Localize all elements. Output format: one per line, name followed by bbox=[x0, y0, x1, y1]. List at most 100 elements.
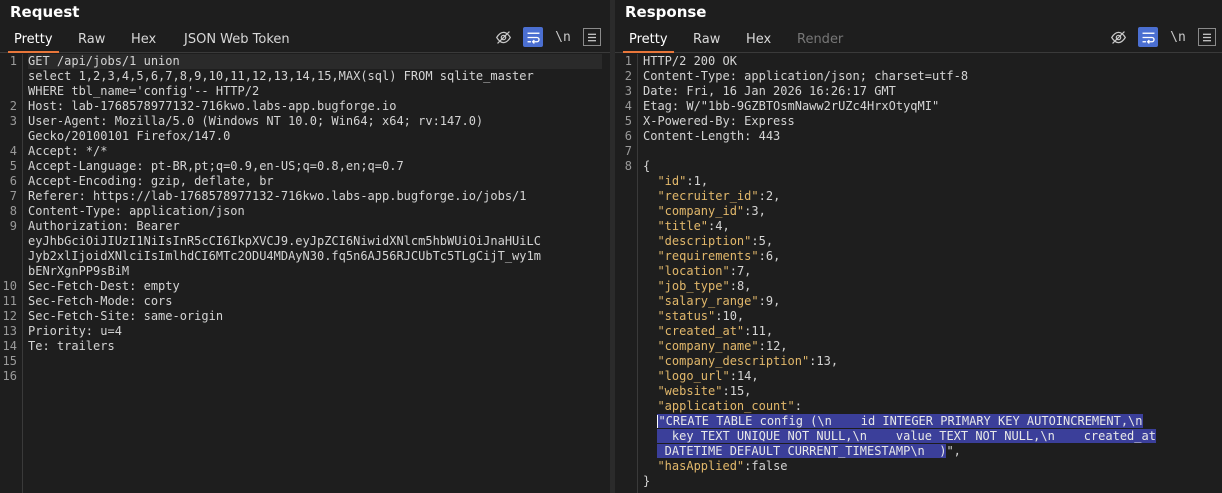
request-line: Priority: u=4 bbox=[28, 324, 122, 338]
line-number: 2 bbox=[624, 69, 632, 83]
json-value: 5, bbox=[758, 234, 774, 248]
request-editor[interactable]: 1 2 3 4 5 6 7 8 9 10 11 12 13 14 15 16 GET /api/jobs/1 … bbox=[0, 54, 610, 493]
json-key: "company_name" bbox=[657, 339, 759, 353]
json-key: "company_id" bbox=[657, 204, 745, 218]
json-value: 9, bbox=[765, 294, 781, 308]
json-value: 6, bbox=[765, 249, 781, 263]
line-number: 14 bbox=[2, 339, 17, 353]
line-number: 8 bbox=[624, 159, 632, 173]
response-header-line: Date: Fri, 16 Jan 2026 16:26:17 GMT bbox=[643, 84, 896, 98]
word-wrap-icon[interactable] bbox=[523, 27, 543, 47]
request-line bbox=[28, 369, 602, 384]
response-editor[interactable]: 12345678 HTTP/2 200 OK Content-Type: appl… bbox=[615, 54, 1222, 493]
menu-icon[interactable] bbox=[1198, 28, 1216, 46]
json-field-line: "title":4, bbox=[657, 219, 730, 233]
line-number: 12 bbox=[2, 309, 17, 323]
response-toolbar: \n bbox=[1108, 27, 1220, 49]
json-field-line: "salary_range":9, bbox=[657, 294, 781, 308]
json-key: "job_type" bbox=[657, 279, 730, 293]
line-number: 5 bbox=[624, 114, 632, 128]
tab-hex[interactable]: Hex bbox=[740, 28, 777, 51]
line-number: 16 bbox=[2, 369, 17, 383]
request-gutter: 1 2 3 4 5 6 7 8 9 10 11 12 13 14 15 16 bbox=[0, 54, 23, 493]
newline-toggle-icon[interactable]: \n bbox=[1168, 27, 1188, 47]
line-number: 11 bbox=[2, 294, 17, 308]
request-line: Authorization: Bearer bbox=[28, 219, 180, 233]
request-pane: Request Pretty Raw Hex JSON Web Token \n… bbox=[0, 0, 610, 493]
request-line: WHERE tbl_name='config'-- HTTP/2 bbox=[28, 84, 260, 98]
response-header-line: Content-Length: 443 bbox=[643, 129, 781, 143]
request-line: Sec-Fetch-Mode: cors bbox=[28, 294, 173, 308]
menu-icon[interactable] bbox=[583, 28, 601, 46]
request-line: Accept-Language: pt-BR,pt;q=0.9,en-US;q=… bbox=[28, 159, 404, 173]
json-value: 1, bbox=[693, 174, 709, 188]
json-value: 8, bbox=[736, 279, 752, 293]
json-sql-line[interactable]: "CREATE TABLE config (\n id INTEGER PRIM… bbox=[643, 414, 1214, 429]
request-code[interactable]: GET /api/jobs/1 union select 1,2,3,4,5,6,… bbox=[28, 54, 602, 384]
line-number: 1 bbox=[624, 54, 632, 68]
json-field-line: "company_id":3, bbox=[657, 204, 766, 218]
tab-hex[interactable]: Hex bbox=[125, 28, 162, 51]
request-line: Sec-Fetch-Site: same-origin bbox=[28, 309, 224, 323]
json-value: 15, bbox=[729, 384, 752, 398]
newline-toggle-icon[interactable]: \n bbox=[553, 27, 573, 47]
line-number: 6 bbox=[9, 174, 17, 188]
response-title: Response bbox=[625, 3, 707, 21]
json-sql-line[interactable]: key TEXT UNIQUE NOT NULL,\n value TEXT N… bbox=[643, 429, 1214, 444]
hide-eye-icon[interactable] bbox=[1108, 27, 1128, 47]
tab-pretty[interactable]: Pretty bbox=[623, 28, 674, 53]
json-key: "recruiter_id" bbox=[657, 189, 759, 203]
line-number: 6 bbox=[624, 129, 632, 143]
line-number: 8 bbox=[9, 204, 17, 218]
request-line: GET /api/jobs/1 union bbox=[28, 54, 602, 69]
request-title: Request bbox=[10, 3, 80, 21]
line-number: 5 bbox=[9, 159, 17, 173]
json-value: 4, bbox=[715, 219, 730, 233]
json-field-line: "created_at":11, bbox=[657, 324, 774, 338]
json-value: 14, bbox=[736, 369, 759, 383]
hide-eye-icon[interactable] bbox=[493, 27, 513, 47]
json-value: 10, bbox=[722, 309, 745, 323]
request-line: User-Agent: Mozilla/5.0 (Windows NT 10.0… bbox=[28, 114, 484, 128]
response-header-line: X-Powered-By: Express bbox=[643, 114, 795, 128]
json-field-line: "website":15, bbox=[657, 384, 752, 398]
json-field-line: "location":7, bbox=[657, 264, 752, 278]
json-field-line: "job_type":8, bbox=[657, 279, 752, 293]
line-number: 15 bbox=[2, 354, 17, 368]
json-value: 13, bbox=[816, 354, 839, 368]
request-line: Referer: https://lab-1768578977132-716kw… bbox=[28, 189, 527, 203]
json-key: "company_description" bbox=[657, 354, 810, 368]
line-number: 3 bbox=[9, 114, 17, 128]
tab-json-web-token[interactable]: JSON Web Token bbox=[178, 28, 296, 51]
response-header-line: Content-Type: application/json; charset=… bbox=[643, 69, 969, 83]
json-field-line: "description":5, bbox=[657, 234, 774, 248]
json-open-brace: { bbox=[643, 159, 651, 173]
json-key: "id" bbox=[657, 174, 687, 188]
response-code[interactable]: HTTP/2 200 OK Content-Type: application/j… bbox=[643, 54, 1214, 489]
response-header-line: Etag: W/"1bb-9GZBTOsmNaww2rUZc4HrxOtyqMI… bbox=[643, 99, 940, 113]
tab-render[interactable]: Render bbox=[791, 28, 849, 51]
json-key: "logo_url" bbox=[657, 369, 730, 383]
json-field-line: "id":1, bbox=[657, 174, 709, 188]
line-number: 4 bbox=[9, 144, 17, 158]
json-line-application-count: "application_count": bbox=[657, 399, 802, 413]
line-number: 1 bbox=[9, 54, 17, 68]
request-line: Content-Type: application/json bbox=[28, 204, 245, 218]
line-number: 4 bbox=[624, 99, 632, 113]
json-key: "description" bbox=[657, 234, 752, 248]
json-key: "requirements" bbox=[657, 249, 759, 263]
tab-pretty[interactable]: Pretty bbox=[8, 28, 59, 53]
json-key: "created_at" bbox=[657, 324, 745, 338]
line-number: 10 bbox=[2, 279, 17, 293]
json-sql-line[interactable]: DATETIME DEFAULT CURRENT_TIMESTAMP\n )", bbox=[643, 444, 1214, 459]
tab-raw[interactable]: Raw bbox=[687, 28, 726, 51]
word-wrap-icon[interactable] bbox=[1138, 27, 1158, 47]
request-line: Gecko/20100101 Firefox/147.0 bbox=[28, 129, 231, 143]
json-value: 7, bbox=[736, 264, 752, 278]
line-number: 13 bbox=[2, 324, 17, 338]
json-key: "application_count" bbox=[657, 399, 795, 413]
tab-raw[interactable]: Raw bbox=[72, 28, 111, 51]
request-line: eyJhbGciOiJIUzI1NiIsInR5cCI6IkpXVCJ9.eyJ… bbox=[28, 234, 541, 248]
json-line-has-applied: "hasApplied":false bbox=[657, 459, 788, 473]
json-field-line: "company_description":13, bbox=[657, 354, 839, 368]
